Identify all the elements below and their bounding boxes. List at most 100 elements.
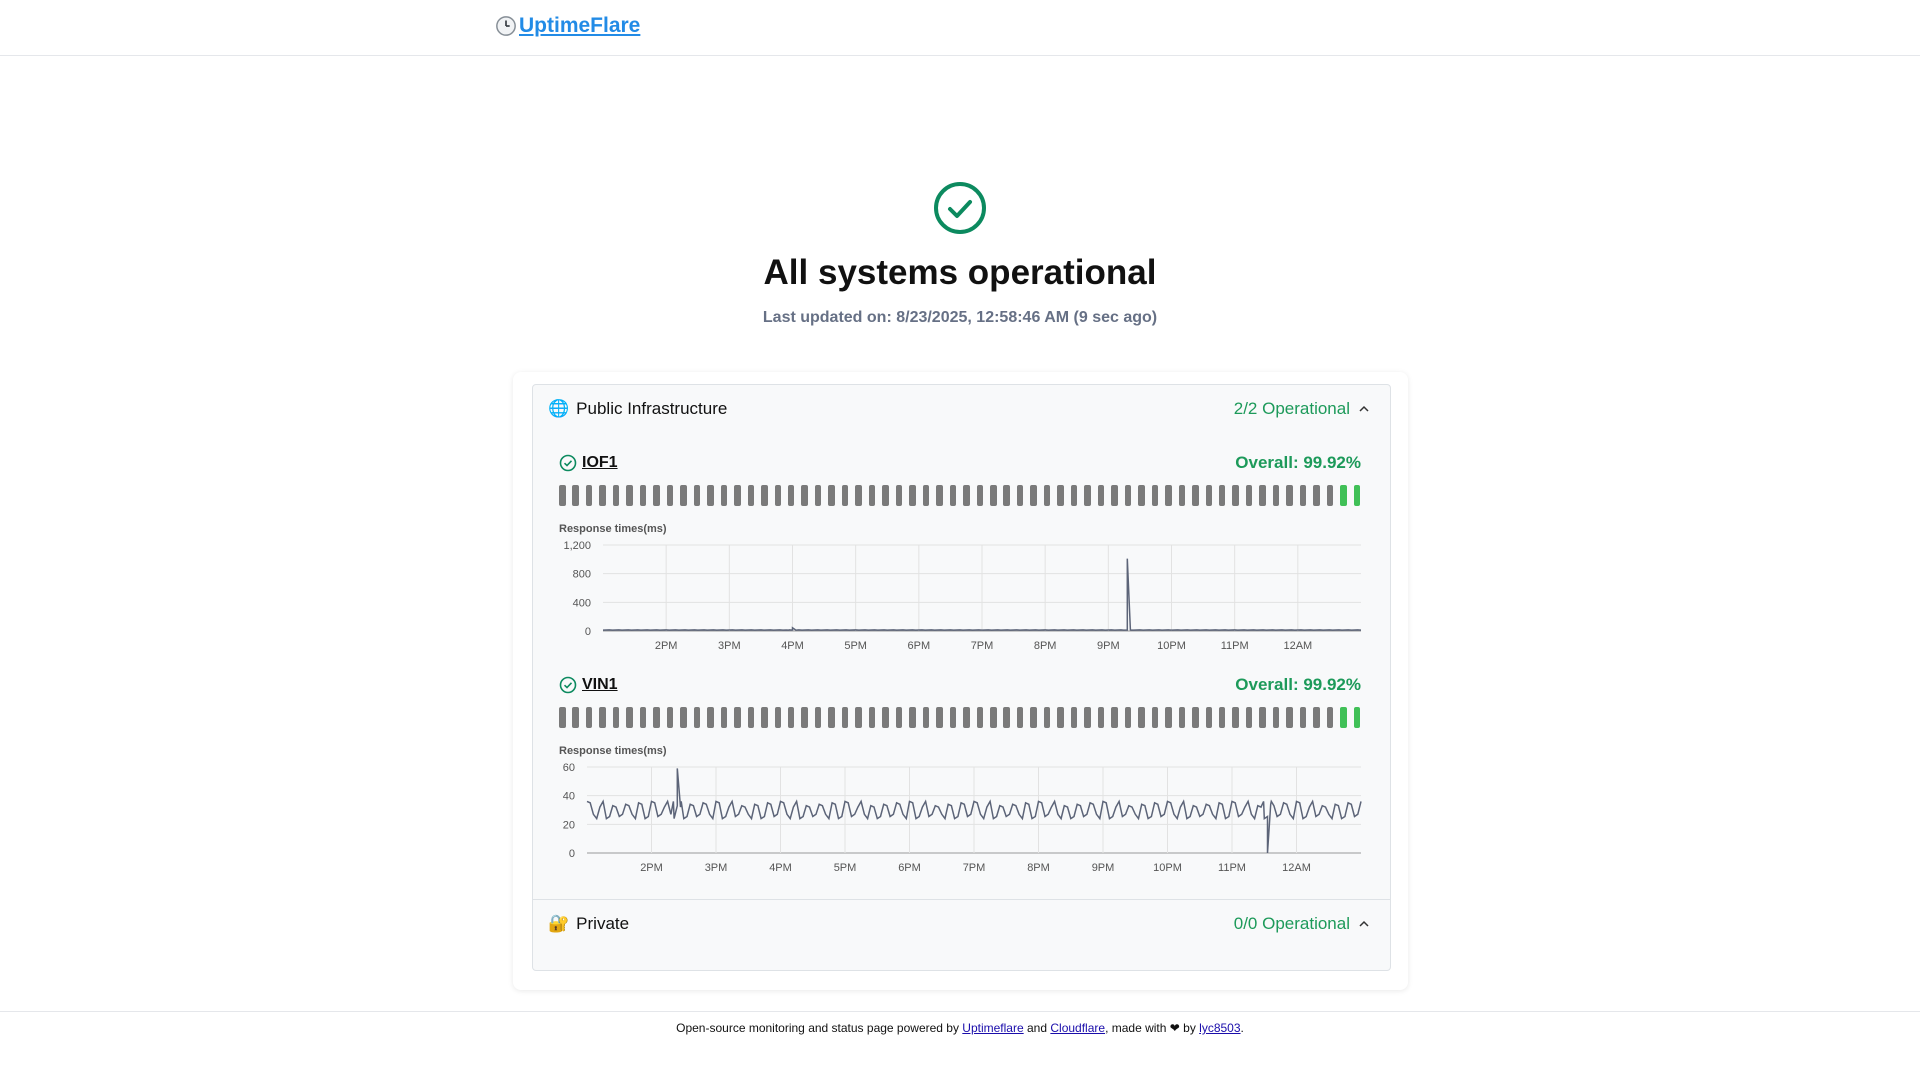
uptime-bar[interactable] bbox=[990, 485, 997, 506]
uptime-bar[interactable] bbox=[949, 707, 957, 728]
uptime-bar[interactable] bbox=[801, 485, 808, 506]
uptime-bar[interactable] bbox=[1353, 485, 1361, 506]
uptime-bar[interactable] bbox=[922, 485, 930, 506]
group-header-private[interactable]: 🔐 Private 0/0 Operational bbox=[548, 909, 1370, 939]
uptime-bar[interactable] bbox=[949, 485, 957, 506]
uptime-bar[interactable] bbox=[976, 485, 984, 506]
uptime-bar[interactable] bbox=[666, 707, 674, 728]
uptime-bar[interactable] bbox=[1097, 707, 1105, 728]
uptime-bar[interactable] bbox=[963, 485, 970, 506]
group-header-public-infrastructure[interactable]: 🌐 Public Infrastructure 2/2 Operational bbox=[548, 394, 1370, 424]
uptime-bar[interactable] bbox=[639, 707, 647, 728]
uptime-bar[interactable] bbox=[1313, 485, 1320, 506]
uptime-bar[interactable] bbox=[1111, 707, 1118, 728]
uptime-bar[interactable] bbox=[734, 707, 741, 728]
uptime-bar[interactable] bbox=[572, 707, 579, 728]
uptime-bar[interactable] bbox=[1326, 707, 1334, 728]
uptime-bar[interactable] bbox=[761, 707, 768, 728]
uptime-bar[interactable] bbox=[828, 707, 835, 728]
uptime-bar[interactable] bbox=[693, 707, 701, 728]
uptime-bar[interactable] bbox=[787, 485, 795, 506]
uptime-bar[interactable] bbox=[1259, 707, 1266, 728]
uptime-bar[interactable] bbox=[585, 707, 593, 728]
uptime-bar[interactable] bbox=[1070, 707, 1078, 728]
uptime-bar[interactable] bbox=[639, 485, 647, 506]
uptime-bar[interactable] bbox=[1245, 707, 1253, 728]
uptime-bar[interactable] bbox=[1016, 707, 1024, 728]
uptime-bar[interactable] bbox=[1313, 707, 1320, 728]
uptime-bar[interactable] bbox=[882, 707, 889, 728]
uptime-bar[interactable] bbox=[1340, 485, 1347, 506]
uptime-bar[interactable] bbox=[1192, 485, 1199, 506]
uptime-bar[interactable] bbox=[990, 707, 997, 728]
uptime-bar[interactable] bbox=[653, 707, 660, 728]
uptime-bar[interactable] bbox=[1259, 485, 1266, 506]
uptime-bar[interactable] bbox=[1084, 485, 1091, 506]
uptime-bar[interactable] bbox=[1097, 485, 1105, 506]
uptime-bar[interactable] bbox=[1111, 485, 1118, 506]
uptime-bar[interactable] bbox=[572, 485, 579, 506]
uptime-bar[interactable] bbox=[680, 707, 687, 728]
uptime-bar[interactable] bbox=[1178, 485, 1186, 506]
uptime-bar[interactable] bbox=[1151, 485, 1159, 506]
uptime-bar[interactable] bbox=[559, 707, 566, 728]
uptime-bar[interactable] bbox=[774, 707, 781, 728]
uptime-bar[interactable] bbox=[1218, 707, 1226, 728]
uptime-bar[interactable] bbox=[1151, 707, 1159, 728]
uptime-bar[interactable] bbox=[1138, 485, 1145, 506]
monitor-name-link[interactable]: VIN1 bbox=[582, 676, 618, 694]
uptime-bar[interactable] bbox=[747, 707, 755, 728]
uptime-bar[interactable] bbox=[801, 707, 808, 728]
uptime-bar[interactable] bbox=[626, 707, 633, 728]
uptime-bar[interactable] bbox=[734, 485, 741, 506]
uptime-bar[interactable] bbox=[1057, 485, 1064, 506]
uptime-bar[interactable] bbox=[720, 485, 728, 506]
uptime-bar[interactable] bbox=[1205, 485, 1212, 506]
uptime-bar[interactable] bbox=[1205, 707, 1212, 728]
uptime-bar[interactable] bbox=[882, 485, 889, 506]
uptime-bar[interactable] bbox=[909, 707, 916, 728]
uptime-bar[interactable] bbox=[814, 707, 822, 728]
uptime-bar[interactable] bbox=[653, 485, 660, 506]
uptime-bar[interactable] bbox=[612, 485, 620, 506]
chevron-up-icon[interactable] bbox=[1358, 918, 1370, 930]
uptime-bar[interactable] bbox=[841, 485, 849, 506]
uptime-bar[interactable] bbox=[855, 485, 862, 506]
uptime-bar[interactable] bbox=[599, 485, 606, 506]
uptime-bar[interactable] bbox=[599, 707, 606, 728]
uptime-bar[interactable] bbox=[1326, 485, 1334, 506]
uptime-bar[interactable] bbox=[841, 707, 849, 728]
uptime-bar[interactable] bbox=[1165, 707, 1172, 728]
chevron-up-icon[interactable] bbox=[1358, 403, 1370, 415]
logo-link[interactable]: UptimeFlare bbox=[495, 14, 640, 38]
uptime-bar[interactable] bbox=[1218, 485, 1226, 506]
uptime-bar[interactable] bbox=[814, 485, 822, 506]
uptime-bar[interactable] bbox=[761, 485, 768, 506]
uptime-bar[interactable] bbox=[1353, 707, 1361, 728]
uptime-bar[interactable] bbox=[1245, 485, 1253, 506]
uptime-bar[interactable] bbox=[693, 485, 701, 506]
uptime-bar[interactable] bbox=[1272, 707, 1280, 728]
monitor-name-link[interactable]: IOF1 bbox=[582, 454, 618, 472]
uptime-bar[interactable] bbox=[626, 485, 633, 506]
uptime-bar[interactable] bbox=[855, 707, 862, 728]
uptime-bar[interactable] bbox=[1138, 707, 1145, 728]
uptime-bar[interactable] bbox=[1043, 485, 1051, 506]
uptime-bar[interactable] bbox=[976, 707, 984, 728]
uptime-bar[interactable] bbox=[922, 707, 930, 728]
uptime-bar[interactable] bbox=[1003, 485, 1010, 506]
uptime-bar[interactable] bbox=[1299, 707, 1307, 728]
uptime-bar[interactable] bbox=[1030, 485, 1037, 506]
uptime-bar[interactable] bbox=[1299, 485, 1307, 506]
uptime-bar[interactable] bbox=[909, 485, 916, 506]
uptime-bar[interactable] bbox=[1165, 485, 1172, 506]
uptime-bar[interactable] bbox=[963, 707, 970, 728]
uptime-bar[interactable] bbox=[1340, 707, 1347, 728]
uptime-bar[interactable] bbox=[747, 485, 755, 506]
uptime-bar[interactable] bbox=[707, 707, 714, 728]
uptime-bar[interactable] bbox=[787, 707, 795, 728]
uptime-bar[interactable] bbox=[1084, 707, 1091, 728]
uptime-bar[interactable] bbox=[707, 485, 714, 506]
uptime-bar[interactable] bbox=[828, 485, 835, 506]
uptime-bar[interactable] bbox=[1057, 707, 1064, 728]
